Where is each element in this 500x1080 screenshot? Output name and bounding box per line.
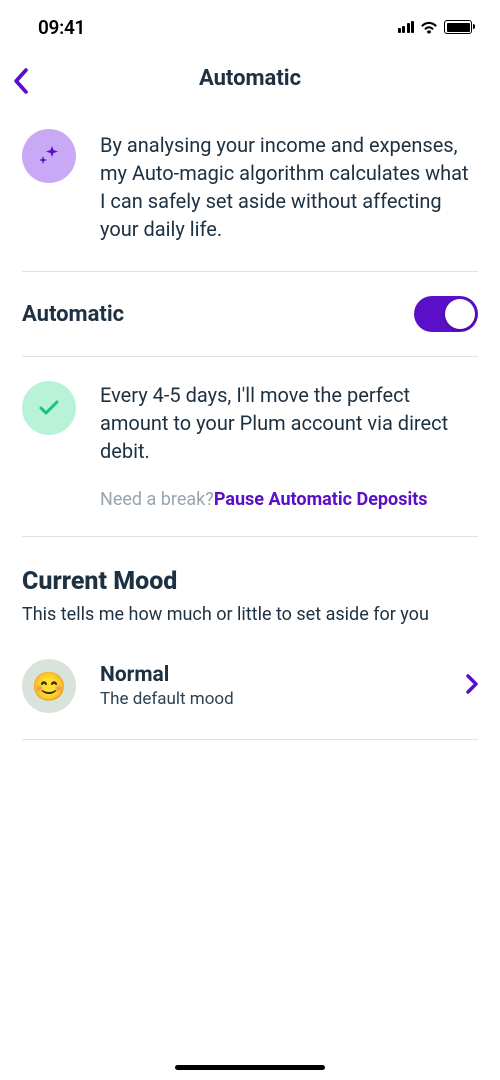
pause-prompt: Need a break? (100, 489, 214, 510)
automatic-toggle[interactable] (414, 296, 478, 332)
home-indicator[interactable] (175, 1065, 325, 1070)
mood-item-row[interactable]: 😊 Normal The default mood (0, 635, 500, 739)
frequency-block: Every 4-5 days, I'll move the perfect am… (0, 357, 500, 536)
mood-name: Normal (100, 663, 442, 687)
intro-text: By analysing your income and expenses, m… (100, 129, 478, 243)
status-time: 09:41 (38, 16, 85, 39)
sparkle-icon (22, 129, 76, 183)
mood-section-subtitle: This tells me how much or little to set … (22, 604, 478, 625)
page-header: Automatic (0, 50, 500, 113)
pause-deposits-link[interactable]: Pause Automatic Deposits (214, 489, 428, 510)
intro-row: By analysing your income and expenses, m… (0, 113, 500, 271)
mood-section: Current Mood This tells me how much or l… (0, 537, 500, 635)
divider (22, 739, 478, 740)
check-icon (22, 381, 76, 435)
mood-description: The default mood (100, 689, 442, 709)
frequency-text: Every 4-5 days, I'll move the perfect am… (100, 381, 478, 465)
back-button[interactable] (8, 64, 33, 102)
toggle-label: Automatic (22, 302, 124, 327)
mood-text: Normal The default mood (100, 663, 442, 709)
status-icons (398, 20, 473, 34)
battery-icon (444, 20, 472, 34)
cellular-signal-icon (398, 21, 415, 33)
automatic-toggle-row: Automatic (0, 272, 500, 356)
wifi-icon (420, 21, 438, 34)
status-bar: 09:41 (0, 0, 500, 50)
page-title: Automatic (12, 66, 488, 91)
pause-row: Need a break?Pause Automatic Deposits (100, 489, 478, 510)
mood-emoji-icon: 😊 (22, 659, 76, 713)
chevron-right-icon (466, 674, 478, 698)
mood-section-title: Current Mood (22, 567, 478, 596)
